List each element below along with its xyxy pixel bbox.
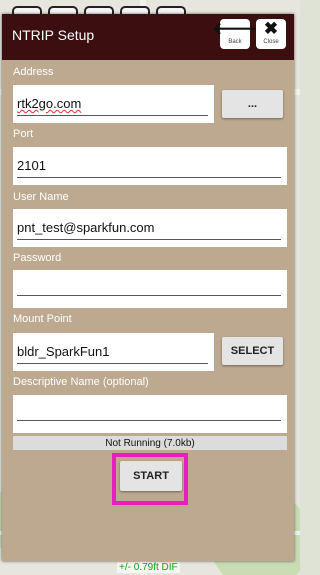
close-x-icon: ✖ bbox=[263, 19, 279, 38]
address-value: rtk2go.com bbox=[17, 96, 208, 116]
password-value bbox=[17, 294, 281, 296]
start-button[interactable]: START bbox=[120, 461, 182, 491]
mountpoint-label: Mount Point bbox=[13, 313, 72, 325]
mountpoint-select-button[interactable]: SELECT bbox=[222, 337, 283, 365]
address-field[interactable]: rtk2go.com bbox=[13, 85, 214, 123]
ntrip-setup-dialog: NTRIP Setup 🡐 Back ✖ Close Address rtk2g… bbox=[2, 14, 294, 561]
dialog-titlebar: NTRIP Setup 🡐 Back ✖ Close bbox=[2, 14, 294, 60]
description-label: Descriptive Name (optional) bbox=[13, 376, 149, 388]
mountpoint-field[interactable]: bldr_SparkFun1 bbox=[13, 333, 214, 371]
close-button[interactable]: ✖ Close bbox=[256, 19, 286, 49]
port-label: Port bbox=[13, 128, 34, 140]
username-label: User Name bbox=[13, 191, 69, 203]
arrow-left-icon: 🡐 bbox=[212, 19, 258, 38]
back-button-label: Back bbox=[228, 39, 242, 45]
back-button[interactable]: 🡐 Back bbox=[212, 19, 258, 49]
username-field[interactable]: pnt_test@sparkfun.com bbox=[13, 209, 287, 247]
description-value bbox=[17, 419, 281, 421]
address-browse-button[interactable]: ... bbox=[222, 90, 283, 118]
description-field[interactable] bbox=[13, 395, 287, 433]
dialog-title: NTRIP Setup bbox=[12, 27, 95, 43]
password-field[interactable] bbox=[13, 270, 287, 308]
port-value: 2101 bbox=[17, 158, 281, 178]
ntrip-status-bar: Not Running (7.0kb) bbox=[13, 436, 287, 450]
password-label: Password bbox=[13, 252, 62, 264]
address-label: Address bbox=[13, 66, 54, 78]
port-field[interactable]: 2101 bbox=[13, 147, 287, 185]
map-accuracy-status: +/- 0.79ft DIF bbox=[117, 562, 180, 573]
close-button-label: Close bbox=[263, 39, 279, 45]
username-value: pnt_test@sparkfun.com bbox=[17, 220, 281, 240]
mountpoint-value: bldr_SparkFun1 bbox=[17, 344, 208, 364]
